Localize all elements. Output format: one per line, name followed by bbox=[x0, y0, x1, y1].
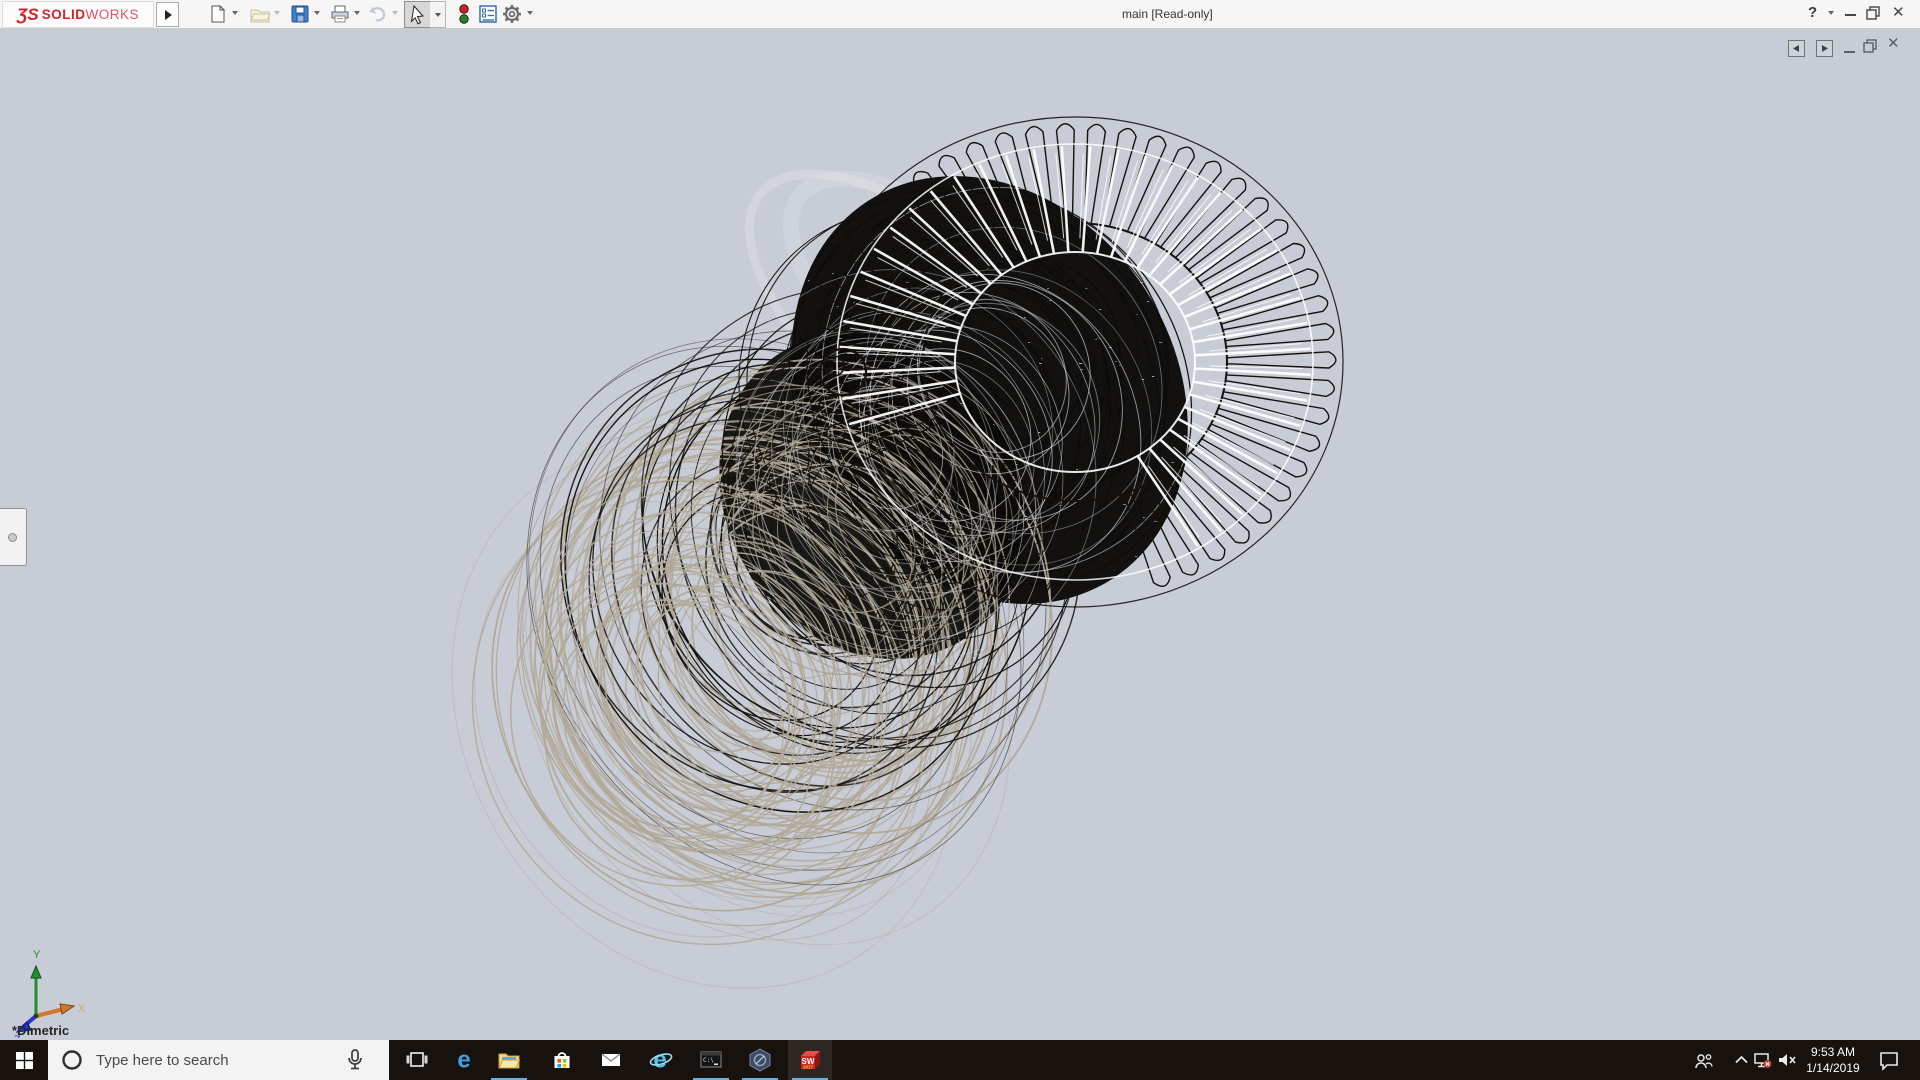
search-input[interactable] bbox=[94, 1050, 338, 1070]
settings-caret[interactable] bbox=[527, 11, 533, 15]
window-minimize-button[interactable] bbox=[1845, 14, 1856, 16]
cursor-arrow-icon bbox=[410, 4, 425, 24]
arrow-right-icon bbox=[1822, 45, 1828, 52]
save-button[interactable] bbox=[288, 2, 312, 26]
document-minimize-button[interactable] bbox=[1844, 51, 1855, 53]
solidworks-logo: ƷS SOLID WORKS bbox=[2, 1, 154, 28]
logo-mark: ƷS bbox=[16, 4, 39, 24]
logo-text-bold: SOLID bbox=[41, 7, 86, 22]
menu-flyout-button[interactable] bbox=[156, 2, 179, 27]
taskbar-app-solidworks-2017[interactable]: SW 2017 bbox=[788, 1040, 832, 1080]
caret-icon bbox=[434, 12, 441, 17]
new-document-caret[interactable] bbox=[232, 11, 238, 15]
undo-caret[interactable] bbox=[392, 11, 398, 15]
logo-text-light: WORKS bbox=[85, 7, 139, 22]
list-panel-icon bbox=[479, 5, 497, 23]
restore-icon bbox=[1866, 6, 1880, 20]
engine-wireframe bbox=[451, 116, 1344, 989]
triad-y-label: Y bbox=[33, 949, 41, 961]
people-icon bbox=[1695, 1054, 1713, 1069]
graphics-viewport[interactable]: ✕ Y X Z *Dimetric bbox=[0, 28, 1920, 1040]
tray-volume-muted-button[interactable] bbox=[1776, 1040, 1798, 1080]
open-caret[interactable] bbox=[274, 11, 280, 15]
tray-time: 9:53 AM bbox=[1810, 1045, 1856, 1059]
windows-taskbar: e e C:\ SW2017 9:53 AM 1/14/2019 bbox=[0, 1040, 1920, 1080]
mail-icon bbox=[601, 1053, 621, 1066]
pane-left-button[interactable] bbox=[1788, 40, 1805, 57]
help-caret[interactable] bbox=[1828, 11, 1834, 15]
action-center-icon bbox=[1880, 1052, 1898, 1071]
open-icon bbox=[250, 9, 271, 23]
task-view-icon bbox=[406, 1052, 428, 1067]
print-caret[interactable] bbox=[354, 11, 360, 15]
collapsed-panel-tab[interactable] bbox=[0, 508, 27, 566]
help-button[interactable]: ? bbox=[1808, 4, 1817, 21]
display-options-button[interactable] bbox=[476, 2, 500, 26]
undo-icon bbox=[369, 6, 386, 22]
edge-icon: e bbox=[457, 1047, 470, 1073]
svg-text:2017: 2017 bbox=[803, 1065, 814, 1070]
svg-text:e: e bbox=[653, 1047, 666, 1073]
undo-button[interactable] bbox=[366, 2, 390, 26]
svg-text:e: e bbox=[457, 1047, 470, 1073]
taskbar-app-edge[interactable]: e bbox=[442, 1040, 486, 1080]
triad-x-label: X bbox=[78, 1003, 86, 1015]
select-tool-caret[interactable] bbox=[430, 1, 446, 28]
taskbar-app-edrawings[interactable] bbox=[738, 1040, 782, 1080]
volume-muted-icon bbox=[1779, 1054, 1796, 1066]
titlebar: ƷS SOLID WORKS main [Read-only] ? ✕ bbox=[0, 0, 1920, 29]
traffic-light-icon bbox=[459, 4, 469, 24]
taskbar-app-store[interactable] bbox=[540, 1040, 584, 1080]
new-document-icon bbox=[211, 4, 226, 23]
tray-network-disconnected-button[interactable] bbox=[1752, 1040, 1774, 1080]
select-tool-button[interactable] bbox=[404, 1, 432, 28]
save-icon bbox=[291, 5, 309, 23]
save-caret[interactable] bbox=[314, 11, 320, 15]
command-prompt-icon: C:\ bbox=[700, 1051, 722, 1068]
taskbar-app-internet-explorer[interactable]: e bbox=[639, 1040, 683, 1080]
taskbar-app-file-explorer[interactable] bbox=[487, 1040, 531, 1080]
settings-button[interactable] bbox=[500, 2, 524, 26]
pane-right-button[interactable] bbox=[1816, 40, 1833, 57]
chevron-up-icon bbox=[1735, 1055, 1748, 1064]
window-restore-button[interactable] bbox=[1866, 6, 1880, 25]
network-disconnected-icon bbox=[1754, 1053, 1772, 1068]
tray-clock[interactable]: 9:53 AM 1/14/2019 bbox=[1798, 1044, 1868, 1076]
open-button[interactable] bbox=[248, 2, 272, 26]
window-close-button[interactable]: ✕ bbox=[1892, 3, 1905, 21]
svg-text:C:\: C:\ bbox=[703, 1057, 714, 1064]
taskbar-app-mail[interactable] bbox=[589, 1040, 633, 1080]
document-restore-button[interactable] bbox=[1863, 39, 1878, 59]
microphone-icon[interactable] bbox=[344, 1048, 366, 1072]
internet-explorer-icon: e bbox=[649, 1047, 673, 1073]
taskbar-app-command-prompt[interactable]: C:\ bbox=[689, 1040, 733, 1080]
print-icon bbox=[331, 5, 349, 23]
print-button[interactable] bbox=[328, 2, 352, 26]
document-close-button[interactable]: ✕ bbox=[1887, 34, 1900, 52]
window-title: main [Read-only] bbox=[1122, 7, 1213, 21]
action-center-button[interactable] bbox=[1872, 1040, 1906, 1080]
panel-tab-dot-icon bbox=[8, 533, 17, 542]
rebuild-button[interactable] bbox=[452, 2, 476, 26]
view-orientation-label: *Dimetric bbox=[12, 1023, 70, 1038]
solidworks-2017-icon: SW2017 bbox=[801, 1051, 820, 1070]
store-icon bbox=[554, 1052, 570, 1068]
gear-icon bbox=[503, 5, 521, 23]
flyout-arrow-icon bbox=[164, 9, 172, 20]
file-explorer-icon bbox=[498, 1053, 521, 1069]
arrow-left-icon bbox=[1793, 45, 1799, 52]
start-button[interactable] bbox=[0, 1040, 48, 1080]
cortana-circle-icon bbox=[62, 1050, 82, 1070]
doc-restore-icon bbox=[1863, 39, 1877, 53]
taskbar-search[interactable] bbox=[48, 1040, 389, 1080]
windows-logo-icon bbox=[15, 1051, 33, 1069]
edrawings-icon bbox=[749, 1048, 771, 1072]
taskbar-app-task-view[interactable] bbox=[395, 1040, 439, 1080]
tray-chevron-up-button[interactable] bbox=[1732, 1040, 1754, 1080]
tray-date: 1/14/2019 bbox=[1806, 1061, 1860, 1075]
tray-people-button[interactable] bbox=[1692, 1040, 1714, 1080]
new-document-button[interactable] bbox=[206, 2, 230, 26]
